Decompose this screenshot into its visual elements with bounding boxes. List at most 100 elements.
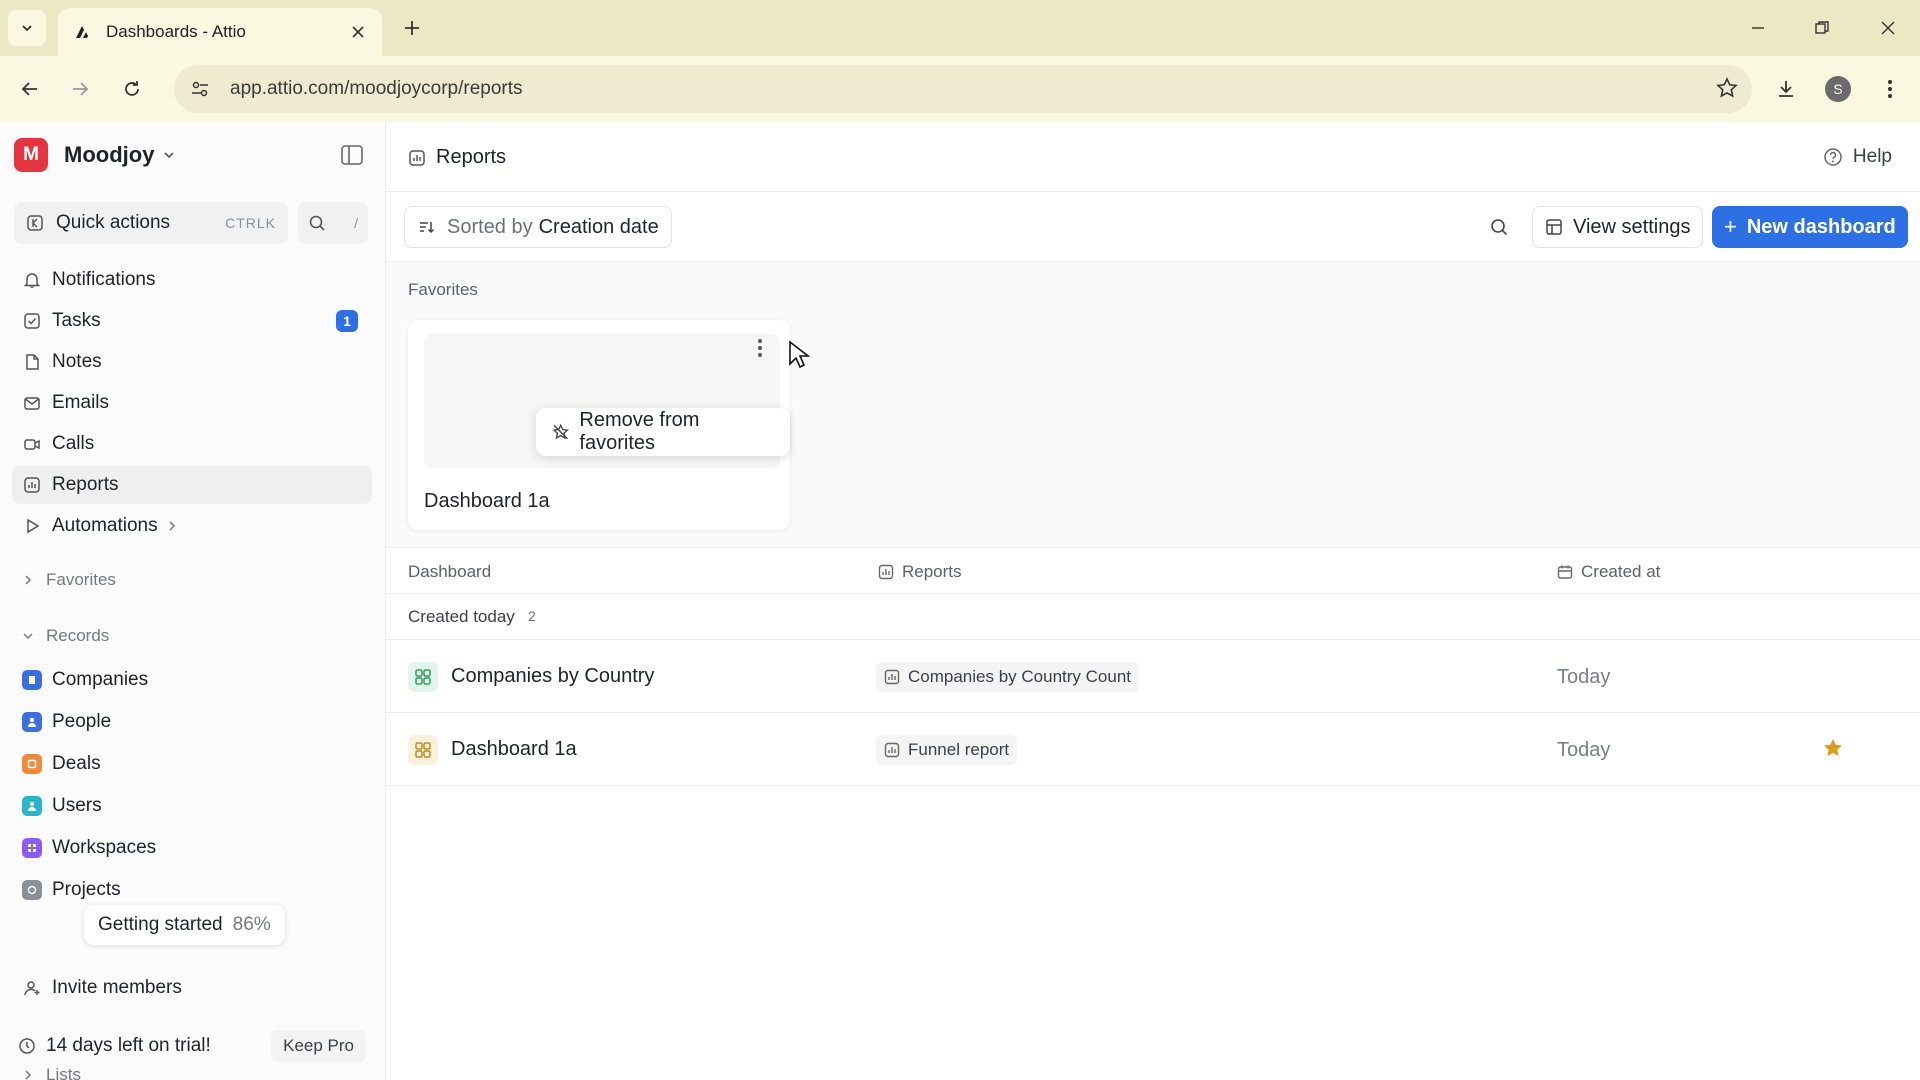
remove-from-favorites-menu-item[interactable]: Remove from favorites — [536, 408, 790, 456]
help-icon — [1824, 148, 1842, 166]
browser-menu-icon[interactable] — [1874, 73, 1906, 105]
sort-button[interactable]: Sorted by Creation date — [404, 206, 672, 248]
created-date: Today — [1557, 666, 1611, 688]
back-icon[interactable] — [14, 73, 46, 105]
report-chip[interactable]: Companies by Country Count — [876, 662, 1140, 692]
workspace-logo: M — [14, 138, 48, 172]
help-button[interactable]: Help — [1823, 146, 1892, 168]
sidebar-item-calls[interactable]: Calls — [12, 425, 372, 463]
chevron-down-icon — [164, 152, 175, 159]
reload-icon[interactable] — [116, 73, 148, 105]
new-dashboard-button[interactable]: + New dashboard — [1712, 206, 1908, 248]
lists-section-toggle[interactable]: Lists — [22, 1065, 81, 1080]
chart-icon — [884, 742, 900, 758]
favorite-card-title: Dashboard 1a — [424, 490, 550, 512]
report-chip[interactable]: Funnel report — [876, 735, 1018, 765]
browser-tab-active[interactable]: Dashboards - Attio — [58, 8, 382, 56]
column-header-dashboard[interactable]: Dashboard — [408, 562, 491, 582]
favorites-section-toggle[interactable]: Favorites — [22, 570, 116, 590]
sort-prefix: Sorted by — [447, 215, 533, 238]
calendar-icon — [1557, 565, 1573, 579]
unstar-icon — [552, 423, 570, 440]
quick-actions-shortcut: CTRLK — [225, 215, 276, 231]
profile-avatar[interactable]: S — [1822, 73, 1854, 105]
column-header-created-at[interactable]: Created at — [1557, 562, 1660, 582]
person-icon — [22, 712, 42, 732]
address-bar[interactable]: app.attio.com/moodjoycorp/reports — [174, 65, 1752, 113]
report-name: Funnel report — [908, 740, 1010, 759]
trial-text: 14 days left on trial! — [46, 1035, 211, 1056]
sidebar-item-deals[interactable]: Deals — [12, 745, 372, 783]
sidebar-item-users[interactable]: Users — [12, 787, 372, 825]
getting-started-widget[interactable]: Getting started 86% — [84, 905, 285, 945]
page-header: Reports Help — [386, 122, 1920, 192]
url-text[interactable]: app.attio.com/moodjoycorp/reports — [230, 78, 523, 100]
favorite-star-icon[interactable] — [1822, 737, 1844, 759]
main-content: Reports Help Sorted by Creation date Vie… — [386, 122, 1920, 1080]
group-header-created-today[interactable]: Created today 2 — [386, 594, 1920, 640]
more-options-icon[interactable] — [748, 334, 772, 362]
sidebar-item-notifications[interactable]: Notifications — [12, 261, 372, 299]
search-button[interactable] — [1478, 206, 1520, 248]
workspace-switcher[interactable]: M Moodjoy — [14, 138, 176, 172]
favorites-heading: Favorites — [408, 280, 478, 299]
tasks-count-badge: 1 — [336, 310, 358, 332]
restore-icon[interactable] — [1806, 12, 1838, 44]
sidebar-item-label: Workspaces — [52, 837, 157, 858]
remove-from-favorites-label: Remove from favorites — [579, 409, 700, 454]
sidebar-item-notes[interactable]: Notes — [12, 343, 372, 381]
sidebar-item-reports[interactable]: Reports — [12, 466, 372, 504]
sidebar-item-emails[interactable]: Emails — [12, 384, 372, 422]
view-settings-button[interactable]: View settings — [1532, 206, 1704, 248]
dashboard-name[interactable]: Dashboard 1a — [451, 738, 577, 761]
invite-members-label: Invite members — [52, 977, 182, 998]
dashboard-name[interactable]: Companies by Country — [451, 665, 654, 688]
download-icon[interactable] — [1770, 73, 1802, 105]
sidebar-item-people[interactable]: People — [12, 703, 372, 741]
chart-icon — [22, 475, 42, 495]
chevron-right-icon — [25, 1070, 32, 1080]
quick-actions-label: Quick actions — [56, 212, 171, 233]
mouse-cursor-icon — [789, 340, 810, 369]
table-row[interactable]: Dashboard 1a Funnel report Today — [386, 713, 1920, 786]
minimize-icon[interactable] — [1742, 12, 1774, 44]
records-section-toggle[interactable]: Records — [22, 626, 109, 646]
created-date: Today — [1557, 739, 1611, 761]
close-window-icon[interactable] — [1872, 12, 1904, 44]
bell-icon — [22, 270, 42, 290]
tab-search-button[interactable] — [8, 10, 46, 46]
sort-icon — [420, 222, 435, 234]
bookmark-star-icon[interactable] — [1716, 77, 1738, 99]
sidebar-item-workspaces[interactable]: Workspaces — [12, 829, 372, 867]
report-name: Companies by Country Count — [908, 667, 1132, 686]
sidebar-collapse-icon[interactable] — [340, 144, 364, 166]
video-call-icon — [22, 434, 42, 454]
close-tab-icon[interactable] — [348, 22, 368, 42]
page-title-text: Reports — [436, 146, 507, 168]
building-icon — [22, 670, 42, 690]
sidebar-search-button[interactable]: / — [298, 202, 368, 244]
table-settings-icon — [1546, 219, 1562, 235]
chart-icon — [409, 149, 425, 166]
group-label: Created today — [408, 607, 515, 626]
new-tab-icon[interactable] — [398, 14, 426, 42]
quick-actions-button[interactable]: Quick actions CTRLK — [14, 202, 288, 244]
view-controls: Sorted by Creation date View settings + … — [386, 192, 1920, 262]
favorite-dashboard-card[interactable]: Dashboard 1a Remove from favorites — [408, 320, 810, 530]
command-icon — [27, 215, 43, 231]
column-header-reports[interactable]: Reports — [878, 562, 962, 582]
sidebar-item-projects[interactable]: Projects — [12, 871, 372, 909]
chevron-right-icon — [169, 521, 175, 531]
site-settings-icon[interactable] — [182, 71, 218, 107]
chevron-down-icon — [22, 25, 32, 32]
keep-pro-button[interactable]: Keep Pro — [271, 1030, 366, 1062]
forward-icon[interactable] — [64, 73, 96, 105]
sidebar-item-label: Companies — [52, 669, 149, 690]
lists-section-label: Lists — [46, 1065, 81, 1080]
table-row[interactable]: Companies by Country Companies by Countr… — [386, 640, 1920, 713]
sidebar-item-label: Users — [52, 795, 102, 816]
sidebar-item-companies[interactable]: Companies — [12, 661, 372, 699]
sidebar-item-automations[interactable]: Automations — [12, 507, 372, 545]
invite-members-button[interactable]: Invite members — [12, 969, 372, 1007]
sidebar-item-tasks[interactable]: Tasks 1 — [12, 302, 372, 340]
